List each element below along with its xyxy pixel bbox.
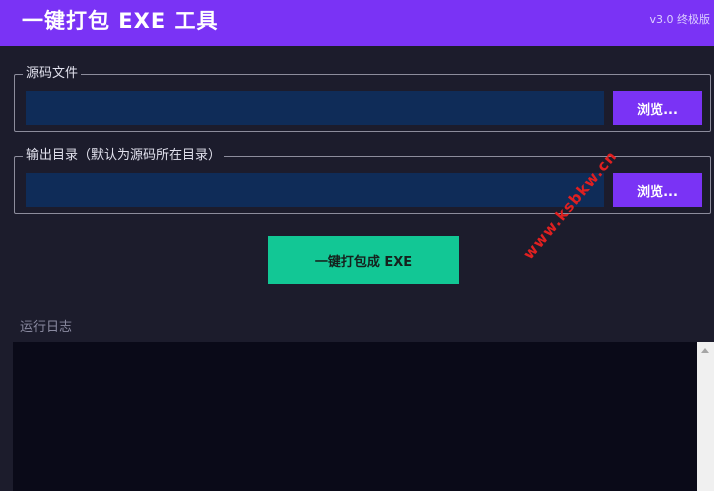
- app-title: 一键打包 EXE 工具: [22, 9, 219, 33]
- source-file-group: 源码文件 浏览...: [14, 65, 711, 132]
- source-browse-button[interactable]: 浏览...: [613, 91, 702, 125]
- title-bar: 一键打包 EXE 工具 v3.0 终极版: [0, 0, 714, 46]
- version-label: v3.0 终极版: [649, 13, 711, 26]
- scroll-up-icon[interactable]: [701, 348, 709, 353]
- log-scrollbar[interactable]: [697, 342, 714, 491]
- output-dir-legend: 输出目录（默认为源码所在目录）: [23, 147, 225, 165]
- log-label: 运行日志: [20, 320, 73, 335]
- log-textarea[interactable]: [13, 342, 697, 491]
- output-browse-button[interactable]: 浏览...: [613, 173, 702, 207]
- output-dir-input[interactable]: [26, 173, 604, 207]
- build-exe-button[interactable]: 一键打包成 EXE: [268, 236, 459, 284]
- source-file-input[interactable]: [26, 91, 604, 125]
- source-file-legend: 源码文件: [23, 65, 82, 83]
